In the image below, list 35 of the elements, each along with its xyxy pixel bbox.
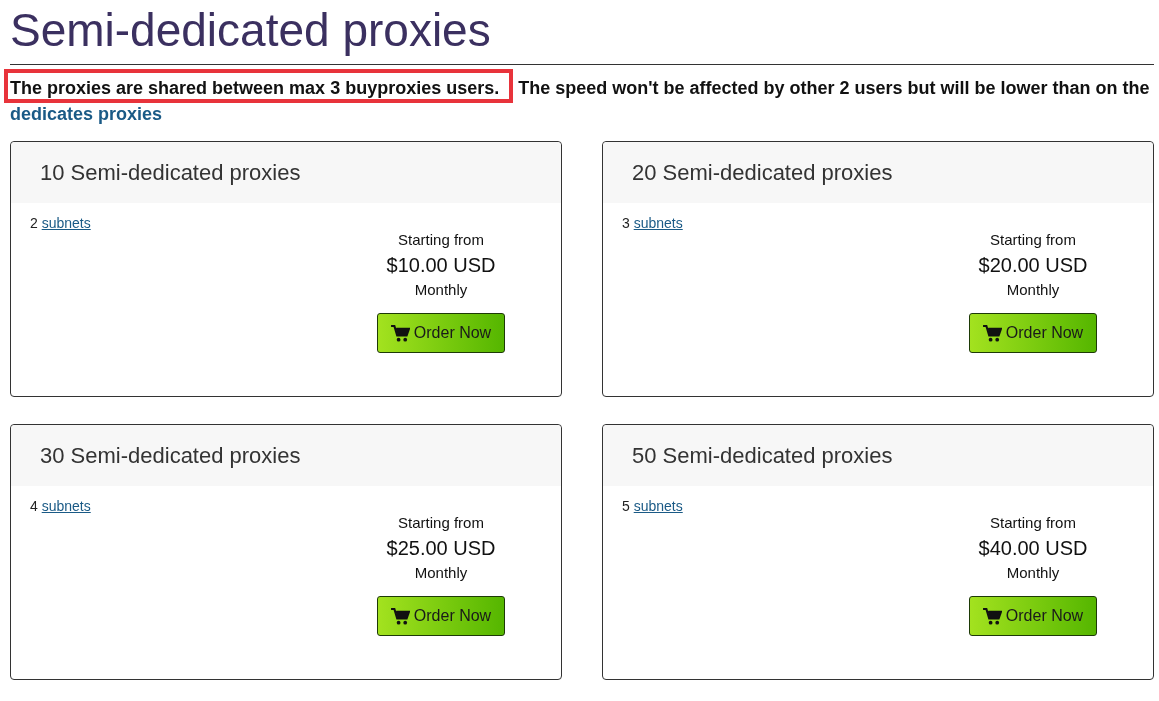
price-label: Starting from: [990, 514, 1076, 532]
order-button[interactable]: Order Now: [376, 596, 506, 636]
price: $40.00 USD: [978, 536, 1088, 561]
subnets-link[interactable]: subnets: [41, 498, 91, 514]
billing-period: Monthly: [1006, 281, 1060, 299]
subnet-info: 2 subnets: [30, 215, 91, 233]
plan-title: 20 Semi-dedicated proxies: [632, 159, 893, 186]
billing-period: Monthly: [414, 281, 468, 299]
price-label: Starting from: [398, 231, 484, 249]
subnet-info: 4 subnets: [30, 498, 91, 516]
order-button[interactable]: Order Now: [968, 313, 1098, 353]
subnets-link[interactable]: subnets: [41, 215, 91, 231]
cart-icon: [982, 324, 1002, 342]
plan-title: 30 Semi-dedicated proxies: [40, 442, 301, 469]
subnets-link[interactable]: subnets: [633, 498, 683, 514]
highlight-box: The proxies are shared between max 3 buyproxies users.: [4, 69, 514, 103]
price-label: Starting from: [398, 514, 484, 532]
price: $25.00 USD: [386, 536, 496, 561]
subnet-info: 5 subnets: [622, 498, 683, 516]
subnet-info: 3 subnets: [622, 215, 683, 233]
subnets-link[interactable]: subnets: [633, 215, 683, 231]
cart-icon: [982, 607, 1002, 625]
price: $10.00 USD: [386, 253, 496, 278]
page-title: Semi-dedicated proxies: [10, 3, 492, 58]
cart-icon: [390, 607, 410, 625]
cart-icon: [390, 324, 410, 342]
billing-period: Monthly: [414, 564, 468, 582]
price-label: Starting from: [990, 231, 1076, 249]
plan-title: 50 Semi-dedicated proxies: [632, 442, 893, 469]
price: $20.00 USD: [978, 253, 1088, 278]
order-button[interactable]: Order Now: [376, 313, 506, 353]
order-button[interactable]: Order Now: [968, 596, 1098, 636]
plan-title: 10 Semi-dedicated proxies: [40, 159, 301, 186]
dedicated-proxies-link[interactable]: dedicates proxies: [10, 104, 163, 124]
billing-period: Monthly: [1006, 564, 1060, 582]
